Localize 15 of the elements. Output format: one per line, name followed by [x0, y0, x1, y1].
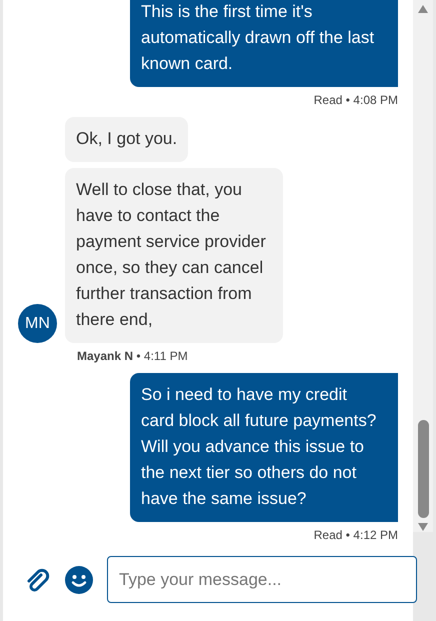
avatar: MN — [18, 304, 57, 343]
message-meta: Read • 4:08 PM — [314, 93, 398, 107]
scrollbar[interactable] — [413, 0, 433, 532]
scrollbar-thumb[interactable] — [418, 420, 428, 518]
message-bubble: So i need to have my credit card block all future payments? Will you advance this issue to the next tier so others do not have the same issue? — [130, 373, 398, 522]
message-meta: Read • 4:12 PM — [314, 528, 398, 542]
message-input[interactable]: Type your message... — [107, 556, 417, 603]
message-meta: Mayank N • 4:11 PM — [77, 349, 189, 363]
paperclip-icon[interactable] — [25, 566, 51, 592]
message-bubble: Ok, I got you. — [65, 117, 188, 162]
emoji-icon[interactable] — [65, 566, 93, 594]
scroll-up-icon[interactable] — [417, 4, 429, 14]
message-bubble: Well to close that, you have to contact the payment service provider once, so they can cancel further transaction from there end, — [65, 168, 283, 343]
message-bubble: This is the first time it's automatically drawn off the last known card. — [130, 0, 398, 87]
scroll-down-icon[interactable] — [417, 522, 429, 532]
